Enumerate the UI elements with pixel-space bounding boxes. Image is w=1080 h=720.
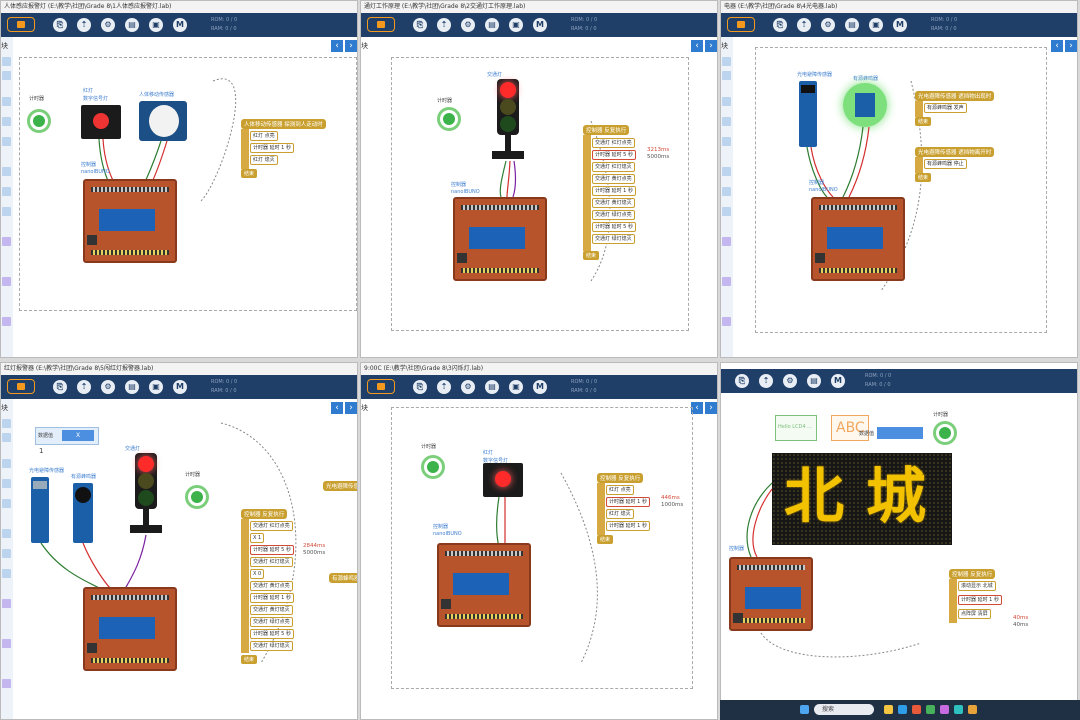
- panel-red-light-alarm: 红灯报警器 (E:\教学\社团\Grade 8\5闯红灯报警器.lab) ⎘ ⇡…: [0, 362, 358, 720]
- board-sub-label: nanoIBUNO: [451, 189, 480, 195]
- panel-light-sensor: 电器 (E:\教学\社团\Grade 8\4光电器.lab) ⎘ ⇡ ⚙ ▤ ▣…: [720, 0, 1078, 358]
- command-block[interactable]: X 0: [250, 569, 265, 579]
- end-block[interactable]: 结束: [241, 169, 258, 178]
- app-icon[interactable]: [940, 705, 949, 714]
- command-block[interactable]: 交通灯 红灯熄灭: [592, 162, 635, 172]
- loop-block-hat[interactable]: 控制器 反复执行: [597, 473, 644, 483]
- controller-board[interactable]: [83, 179, 177, 263]
- controller-board[interactable]: [437, 543, 531, 627]
- event-block-hat[interactable]: 光电避障传感器: [323, 481, 357, 491]
- wires: [98, 78, 237, 202]
- command-block[interactable]: 计时器 延时 1 秒: [958, 595, 1002, 605]
- board-label: 控制器: [433, 524, 449, 530]
- command-block[interactable]: 交通灯 黄灯熄灭: [250, 605, 293, 615]
- command-block[interactable]: 交通灯 黄灯熄灭: [592, 198, 635, 208]
- panel-pir-alarm: 人体感应报警灯 (E:\教学\社团\Grade 8\1人体感应报警灯.lab) …: [0, 0, 358, 358]
- loop-block-hat[interactable]: 控制器 反复执行: [583, 125, 630, 135]
- board-sub-label: nanoIBUNO: [433, 531, 462, 537]
- command-block[interactable]: 滚动显示 北城: [958, 581, 996, 591]
- timing-note-total: 5000ms: [647, 154, 670, 160]
- panel-traffic-light: 通灯工作原理 (E:\教学\社团\Grade 8\2交通灯工作原理.lab) ⎘…: [360, 0, 718, 358]
- command-block[interactable]: 交通灯 红灯点亮: [592, 138, 635, 148]
- wires: [496, 472, 598, 664]
- command-block[interactable]: 计时器 延时 5 秒: [592, 150, 636, 160]
- windows-start-icon[interactable]: [800, 705, 809, 714]
- board-label: 控制器: [451, 182, 467, 188]
- command-block[interactable]: 计时器 延时 1 秒: [250, 143, 294, 153]
- board-label: 控制器: [729, 546, 745, 552]
- loop-block-hat[interactable]: 控制器 反复执行: [949, 569, 996, 579]
- command-block[interactable]: 红灯 熄灭: [250, 155, 278, 165]
- timing-note-total: 1000ms: [661, 502, 684, 508]
- command-block[interactable]: 有源蜂鸣器 发声: [924, 103, 967, 113]
- board-sub-label: nanoIBUNO: [81, 169, 110, 175]
- app-icon[interactable]: [898, 705, 907, 714]
- event-block-hat[interactable]: 有源蜂鸣器: [329, 573, 357, 583]
- command-block[interactable]: 计时器 延时 1 秒: [606, 521, 650, 531]
- panel-blink-led: 9:00C (E:\教学\社团\Grade 8\3闪烁灯.lab) ⎘ ⇡ ⚙ …: [360, 362, 718, 720]
- controller-board[interactable]: [811, 197, 905, 281]
- command-block[interactable]: 红灯 熄灭: [606, 509, 634, 519]
- command-block[interactable]: 计时器 延时 5 秒: [592, 222, 636, 232]
- app-icon[interactable]: [968, 705, 977, 714]
- timing-note-total: 5000ms: [303, 550, 326, 556]
- end-block[interactable]: 结束: [583, 251, 600, 260]
- command-block[interactable]: 交通灯 绿灯点亮: [592, 210, 635, 220]
- command-block[interactable]: 交通灯 红灯点亮: [250, 521, 293, 531]
- timing-note: 446ms: [661, 495, 680, 501]
- end-block[interactable]: 结束: [597, 535, 614, 544]
- taskbar: 搜索: [720, 700, 1080, 720]
- end-block[interactable]: 结束: [241, 655, 258, 664]
- command-block[interactable]: 计时器 延时 5 秒: [250, 545, 294, 555]
- command-block[interactable]: 红灯 点亮: [606, 485, 634, 495]
- end-block[interactable]: 结束: [915, 117, 932, 126]
- command-block[interactable]: 交通灯 绿灯点亮: [250, 617, 293, 627]
- command-block[interactable]: 计时器 延时 1 秒: [606, 497, 650, 507]
- command-block[interactable]: 点阵屏 清屏: [958, 609, 991, 619]
- event-block-hat[interactable]: 光电避障传感器 遮挡物出现时: [915, 91, 995, 101]
- event-block-hat[interactable]: 人体移动传感器 探测到人走动时: [241, 119, 326, 129]
- command-block[interactable]: 红灯 点亮: [250, 131, 278, 141]
- timing-note-total: 40ms: [1013, 622, 1029, 628]
- command-block[interactable]: 有源蜂鸣器 停止: [924, 159, 967, 169]
- command-block[interactable]: 计时器 延时 1 秒: [250, 593, 294, 603]
- wires: [806, 80, 923, 292]
- end-block[interactable]: 结束: [915, 173, 932, 182]
- board-label: 控制器: [81, 162, 97, 168]
- loop-block-hat[interactable]: 控制器 反复执行: [241, 509, 288, 519]
- command-block[interactable]: 交通灯 绿灯熄灭: [592, 234, 635, 244]
- wires: [40, 422, 297, 664]
- taskbar-search[interactable]: 搜索: [814, 704, 874, 715]
- controller-board[interactable]: [83, 587, 177, 671]
- app-icon[interactable]: [884, 705, 893, 714]
- wires: [746, 482, 922, 658]
- panel-led-matrix: ⎘ ⇡ ⚙ ▤ M ROM: 0 / 0 RAM: 0 / 0 Hello LC…: [720, 362, 1078, 720]
- app-icon[interactable]: [912, 705, 921, 714]
- timing-note: 3213ms: [647, 147, 670, 153]
- controller-board[interactable]: [453, 197, 547, 281]
- event-block-hat[interactable]: 光电避障传感器 遮挡物离开时: [915, 147, 995, 157]
- app-icon[interactable]: [954, 705, 963, 714]
- board-label: 控制器: [809, 180, 825, 186]
- command-block[interactable]: 交通灯 绿灯熄灭: [250, 641, 293, 651]
- command-block[interactable]: 计时器 延时 1 秒: [592, 186, 636, 196]
- controller-board[interactable]: [729, 557, 813, 631]
- command-block[interactable]: 交通灯 红灯熄灭: [250, 557, 293, 567]
- command-block[interactable]: X 1: [250, 533, 265, 543]
- board-sub-label: nanoIBUNO: [809, 187, 838, 193]
- wires: [499, 120, 611, 282]
- command-block[interactable]: 交通灯 黄灯点亮: [592, 174, 635, 184]
- command-block[interactable]: 交通灯 黄灯点亮: [250, 581, 293, 591]
- timing-note: 40ms: [1013, 615, 1029, 621]
- command-block[interactable]: 计时器 延时 5 秒: [250, 629, 294, 639]
- timing-note: 2844ms: [303, 543, 326, 549]
- app-icon[interactable]: [926, 705, 935, 714]
